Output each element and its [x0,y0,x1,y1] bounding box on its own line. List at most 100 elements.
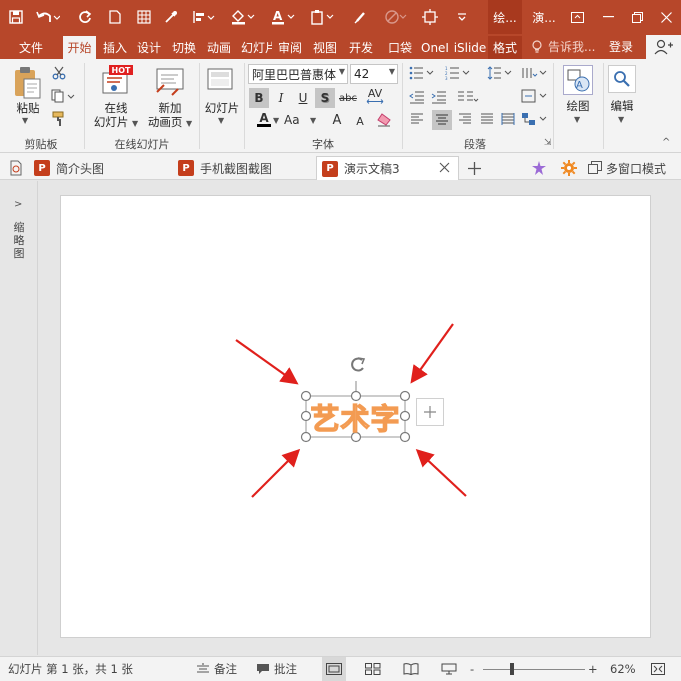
font-size-select[interactable]: 42 ▼ [350,64,398,84]
editing-dropdown-icon[interactable]: ▼ [618,115,624,124]
new-tab-page-icon[interactable] [8,156,24,180]
comments-button[interactable]: 批注 [256,657,297,681]
tab-islide[interactable]: iSlide [453,36,487,59]
slideshow-view-icon[interactable] [440,657,458,681]
tab-slideshow[interactable]: 幻灯片 [238,36,272,59]
more-commands-icon[interactable] [451,0,473,34]
strikethrough-button[interactable]: abc [337,88,359,108]
tab-developer[interactable]: 开发 [344,36,378,59]
doc-tab-2[interactable]: P 手机截图截图 [178,156,318,180]
save-icon[interactable] [5,0,27,34]
new-animation-button[interactable]: 动画页 ▼ [140,115,200,131]
eyedropper-icon[interactable] [160,0,182,34]
new-animation-line1[interactable]: 新加 [144,101,196,115]
context-tab-drawing[interactable]: 绘... [488,0,522,34]
slides-button[interactable]: 幻灯片 [202,101,242,115]
align-text-icon[interactable] [520,87,548,105]
tab-insert[interactable]: 插入 [99,36,131,59]
fit-to-window-icon[interactable] [650,657,666,681]
font-color-icon[interactable]: A [268,0,298,34]
paste-button[interactable]: 粘贴 [9,101,47,115]
distributed-icon[interactable] [499,110,517,128]
slide-canvas[interactable]: 艺术字 [60,195,651,638]
zoom-slider-thumb[interactable] [510,663,514,675]
numbering-icon[interactable]: 123 [444,64,472,82]
zoom-out-button[interactable]: - [470,657,474,681]
new-animation-icon[interactable] [154,65,186,97]
align-right-icon[interactable] [456,110,474,128]
character-spacing-button[interactable]: AV [361,86,389,106]
reading-view-icon[interactable] [402,657,420,681]
close-window-icon[interactable] [651,0,681,34]
change-case-dropdown-icon[interactable]: ▼ [310,116,316,125]
smartart-icon[interactable] [520,110,548,128]
settings-gear-icon[interactable] [560,156,578,180]
notes-button[interactable]: 备注 [196,657,237,681]
line-spacing-icon[interactable] [486,64,514,82]
zoom-in-button[interactable]: + [588,657,598,681]
undo-icon[interactable] [33,0,63,34]
rotate-handle-icon[interactable] [351,357,366,396]
online-slides-line1[interactable]: 在线 [90,101,142,115]
grow-font-button[interactable]: A [327,110,347,130]
tab-view[interactable]: 视图 [309,36,341,59]
zoom-slider-track[interactable] [483,669,585,670]
new-file-icon[interactable] [104,0,126,34]
tab-review[interactable]: 审阅 [274,36,306,59]
doc-tab-1[interactable]: P 简介头图 [34,156,174,180]
align-icon[interactable] [190,0,218,34]
cut-icon[interactable] [50,64,68,82]
wordart-text[interactable]: 艺术字 [307,397,404,436]
underline-button[interactable]: U [293,88,313,108]
fill-color-icon[interactable] [228,0,258,34]
editing-button[interactable]: 编辑 [602,99,642,113]
restore-icon[interactable] [622,0,652,34]
copy-icon[interactable] [50,87,78,105]
columns-icon[interactable] [456,88,480,106]
redo-icon[interactable] [74,0,96,34]
font-name-select[interactable]: 阿里巴巴普惠体 ▼ [248,64,348,84]
paste-icon[interactable] [12,65,44,101]
align-left-icon[interactable] [408,110,426,128]
paragraph-dialog-launcher-icon[interactable]: ⇲ [544,138,552,148]
zoom-level[interactable]: 62% [610,657,636,681]
ribbon-display-icon[interactable] [562,0,592,34]
text-shadow-button[interactable]: S [315,88,335,108]
change-case-button[interactable]: Aa [284,110,310,130]
expand-pane-icon[interactable]: > [14,199,22,210]
close-tab-icon[interactable] [439,162,450,176]
share-icon[interactable] [646,35,681,59]
drawing-button[interactable]: 绘图 [558,99,598,113]
layout-options-icon[interactable] [416,398,444,426]
magic-wand-icon[interactable] [530,156,548,180]
drawing-shapes-icon[interactable]: A [563,65,593,95]
collapse-ribbon-icon[interactable]: ^ [662,137,670,148]
bold-button[interactable]: B [249,88,269,108]
selection-icon[interactable] [419,0,441,34]
tell-me-search[interactable]: 告诉我... [530,34,595,59]
tab-home[interactable]: 开始 [63,36,96,59]
paste-special-icon[interactable] [308,0,338,34]
tab-onenote[interactable]: OneI [418,36,452,59]
tab-file[interactable]: 文件 [10,36,52,59]
new-slide-icon[interactable] [206,65,234,93]
format-painter-ribbon-icon[interactable] [50,110,68,128]
paste-dropdown-icon[interactable]: ▼ [22,116,28,125]
tab-design[interactable]: 设计 [133,36,165,59]
slide-sorter-icon[interactable] [364,657,382,681]
tab-format[interactable]: 格式 [488,36,522,59]
justify-icon[interactable] [478,110,496,128]
normal-view-icon[interactable] [322,657,346,681]
multi-window-button[interactable]: 多窗口模式 [588,156,666,180]
grid-icon[interactable] [133,0,155,34]
thumbnail-pane-collapsed[interactable]: > 缩略图 [0,181,38,655]
text-direction-icon[interactable] [520,64,548,82]
online-slides-button[interactable]: 幻灯片 ▼ [88,115,144,131]
add-tab-icon[interactable] [465,156,483,180]
sign-in-link[interactable]: 登录 [609,34,633,59]
drawing-dropdown-icon[interactable]: ▼ [574,115,580,124]
minimize-icon[interactable] [593,0,623,34]
align-center-icon[interactable] [432,110,452,130]
decrease-indent-icon[interactable] [408,88,426,106]
shrink-font-button[interactable]: A [350,111,370,131]
